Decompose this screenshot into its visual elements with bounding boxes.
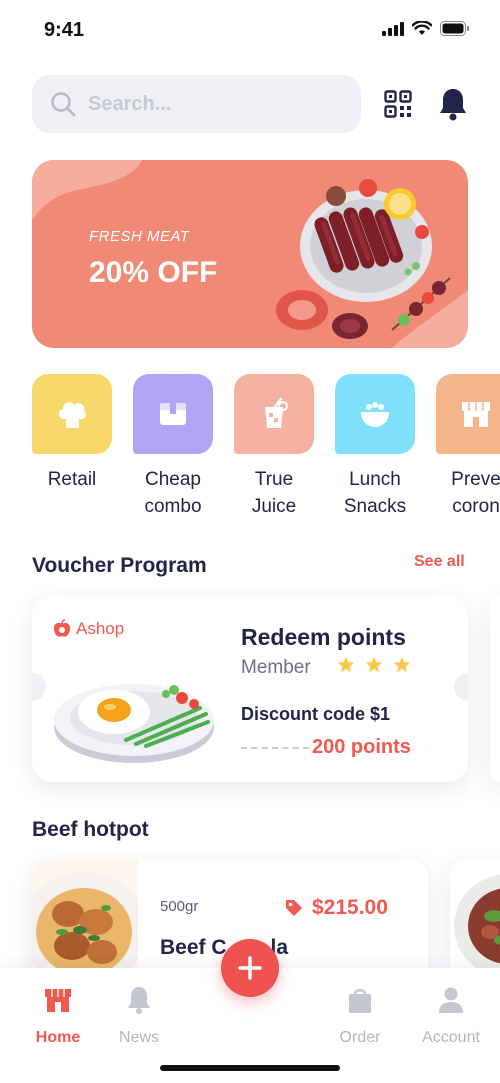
see-all-link[interactable]: See all xyxy=(414,553,465,571)
category-label: True Juice xyxy=(251,469,297,517)
promo-banner[interactable]: FRESH MEAT 20% OFF xyxy=(32,160,468,348)
category-tile[interactable] xyxy=(32,374,112,454)
user-icon xyxy=(439,987,463,1013)
category-tile[interactable] xyxy=(335,374,415,454)
bowl-icon xyxy=(361,402,389,427)
voucher-member-label: Member xyxy=(241,657,311,678)
category-list: Retail Cheap combo True Juice Lunch Snac… xyxy=(32,374,500,524)
category-cheap-combo[interactable]: Cheap combo xyxy=(133,374,213,520)
nav-home[interactable]: Home xyxy=(18,983,98,1047)
signal-icon xyxy=(382,21,404,36)
category-true-juice[interactable]: True Juice xyxy=(234,374,314,520)
qr-code-icon[interactable] xyxy=(384,90,412,118)
category-tile[interactable] xyxy=(133,374,213,454)
search-input[interactable] xyxy=(88,92,328,116)
shop-name: Ashop xyxy=(76,619,125,638)
nav-icon-wrap xyxy=(411,983,491,1017)
nav-icon-wrap xyxy=(320,983,400,1017)
store-icon xyxy=(45,989,71,1012)
dashed-divider xyxy=(241,747,309,749)
category-label: Cheap combo xyxy=(144,469,202,517)
food-plate-image xyxy=(54,684,214,763)
add-button[interactable] xyxy=(221,939,279,997)
category-tile[interactable] xyxy=(436,374,500,454)
shopping-bag-icon xyxy=(349,989,371,1013)
wifi-icon xyxy=(412,21,432,35)
status-bar: 9:41 xyxy=(0,0,500,60)
bell-icon[interactable] xyxy=(438,87,468,121)
nav-icon-wrap xyxy=(18,983,98,1017)
nav-label: Order xyxy=(339,1029,381,1046)
category-prevent-corona[interactable]: Preve coron xyxy=(436,374,500,520)
category-label: Lunch Snacks xyxy=(343,469,407,517)
banner-title: 20% OFF xyxy=(89,256,218,289)
category-lunch-snacks[interactable]: Lunch Snacks xyxy=(335,374,415,520)
category-label: Preve coron xyxy=(451,469,500,517)
apple-icon xyxy=(53,619,71,637)
voucher-card[interactable]: Ashop Redeem points Member Discount code… xyxy=(32,596,468,782)
nav-account[interactable]: Account xyxy=(411,983,491,1047)
nav-order[interactable]: Order xyxy=(320,983,400,1047)
product-name-head: Beef C xyxy=(160,936,227,959)
voucher-title: Redeem points xyxy=(241,624,406,650)
search-bar[interactable] xyxy=(32,75,361,133)
category-retail[interactable]: Retail xyxy=(32,374,112,493)
voucher-notch xyxy=(32,673,46,701)
product-price: $215.00 xyxy=(312,896,388,919)
discount-code: Discount code $1 xyxy=(241,704,391,724)
star-icon xyxy=(337,656,355,673)
status-time: 9:41 xyxy=(44,19,85,41)
category-label: Retail xyxy=(47,469,97,490)
nav-label: News xyxy=(118,1029,159,1046)
nav-news[interactable]: News xyxy=(99,983,179,1047)
home-indicator xyxy=(160,1065,340,1071)
voucher-points: 200 points xyxy=(312,736,411,758)
category-tile[interactable] xyxy=(234,374,314,454)
bell-icon xyxy=(128,987,150,1014)
nav-label: Account xyxy=(422,1029,480,1046)
voucher-section-title: Voucher Program xyxy=(32,554,207,577)
search-icon xyxy=(51,92,76,117)
product-section-title: Beef hotpot xyxy=(32,818,149,841)
store-icon xyxy=(462,402,490,427)
banner-illustration xyxy=(32,160,468,348)
chef-hat-icon xyxy=(58,402,86,428)
status-icons xyxy=(382,21,470,36)
banner-subtitle: FRESH MEAT xyxy=(89,228,190,245)
voucher-notch xyxy=(454,673,468,701)
plus-icon xyxy=(238,956,262,980)
next-voucher-card[interactable] xyxy=(490,596,500,782)
price-tag-icon xyxy=(286,900,302,916)
juice-glass-icon xyxy=(265,397,288,428)
nav-icon-wrap xyxy=(99,983,179,1017)
battery-icon xyxy=(440,21,469,36)
star-icon xyxy=(393,656,411,673)
star-icon xyxy=(365,656,383,673)
box-icon xyxy=(160,403,186,425)
product-weight: 500gr xyxy=(160,898,199,915)
rating-stars xyxy=(337,656,411,674)
nav-label: Home xyxy=(35,1029,81,1046)
voucher-shop: Ashop xyxy=(52,619,124,639)
